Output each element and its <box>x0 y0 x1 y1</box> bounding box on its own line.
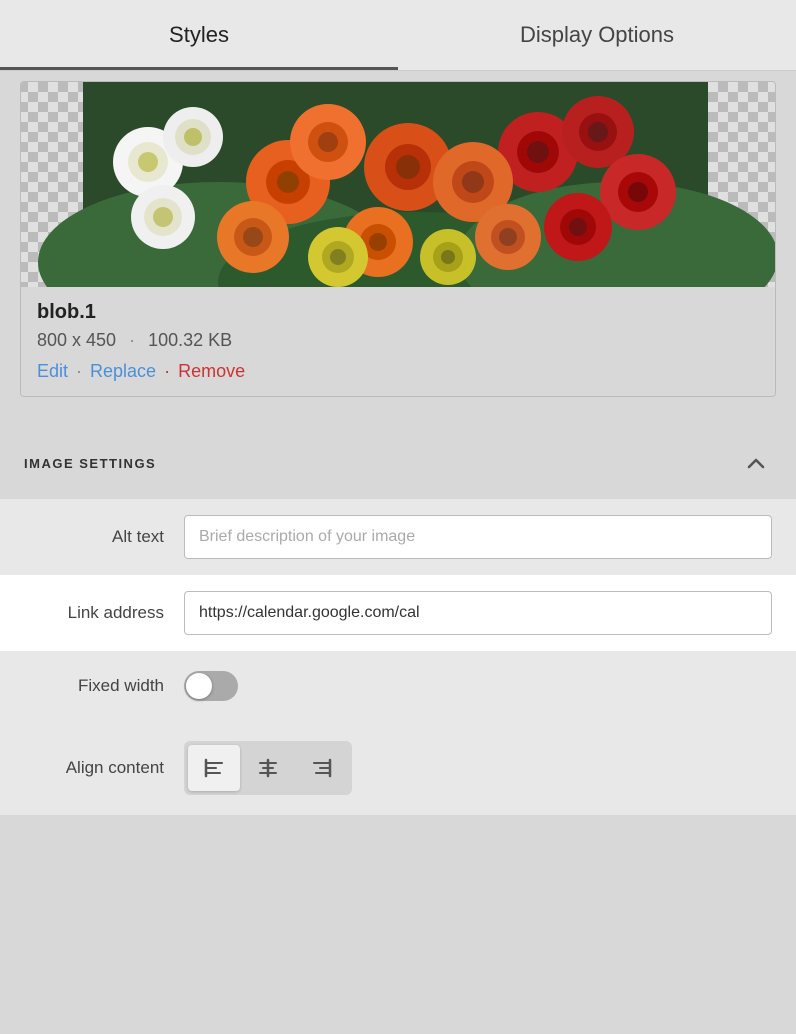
image-info: blob.1 800 x 450 · 100.32 KB Edit · Repl… <box>21 287 775 396</box>
link-address-field: Link address <box>0 575 796 651</box>
toggle-thumb <box>186 673 212 699</box>
align-center-icon <box>257 757 279 779</box>
image-meta: 800 x 450 · 100.32 KB <box>37 330 759 351</box>
fixed-width-container: Fixed width <box>0 651 796 721</box>
align-right-button[interactable] <box>296 745 348 791</box>
fixed-width-toggle[interactable] <box>184 671 238 701</box>
meta-separator: · <box>129 330 135 350</box>
align-buttons-group <box>184 741 352 795</box>
image-settings-section: IMAGE SETTINGS Alt text Link address Fix… <box>0 427 796 815</box>
image-container <box>21 82 775 287</box>
tab-bar: Styles Display Options <box>0 0 796 71</box>
image-dimensions: 800 x 450 <box>37 330 116 350</box>
align-left-button[interactable] <box>188 745 240 791</box>
section-title: IMAGE SETTINGS <box>24 456 156 471</box>
tab-display-options[interactable]: Display Options <box>398 0 796 70</box>
tab-styles[interactable]: Styles <box>0 0 398 70</box>
align-right-icon <box>311 757 333 779</box>
align-content-container: Align content <box>0 721 796 815</box>
action-sep-1: · <box>76 361 82 382</box>
flower-image <box>21 82 775 287</box>
image-preview-section: blob.1 800 x 450 · 100.32 KB Edit · Repl… <box>0 71 796 417</box>
remove-link[interactable]: Remove <box>178 361 245 382</box>
collapse-icon[interactable] <box>740 447 772 479</box>
fixed-width-label: Fixed width <box>24 676 184 696</box>
align-center-button[interactable] <box>242 745 294 791</box>
alt-text-field: Alt text <box>0 499 796 575</box>
link-address-label: Link address <box>24 603 184 623</box>
replace-link[interactable]: Replace <box>90 361 156 382</box>
edit-link[interactable]: Edit <box>37 361 68 382</box>
alt-text-label: Alt text <box>24 527 184 547</box>
toggle-track <box>184 671 238 701</box>
image-card: blob.1 800 x 450 · 100.32 KB Edit · Repl… <box>20 81 776 397</box>
action-sep-2: · <box>164 361 170 382</box>
image-size: 100.32 KB <box>148 330 232 350</box>
image-actions: Edit · Replace · Remove <box>37 361 759 382</box>
align-left-icon <box>203 757 225 779</box>
section-header: IMAGE SETTINGS <box>0 427 796 499</box>
image-name: blob.1 <box>37 301 759 324</box>
align-content-label: Align content <box>24 758 184 778</box>
link-address-input[interactable] <box>184 591 772 635</box>
alt-text-input[interactable] <box>184 515 772 559</box>
